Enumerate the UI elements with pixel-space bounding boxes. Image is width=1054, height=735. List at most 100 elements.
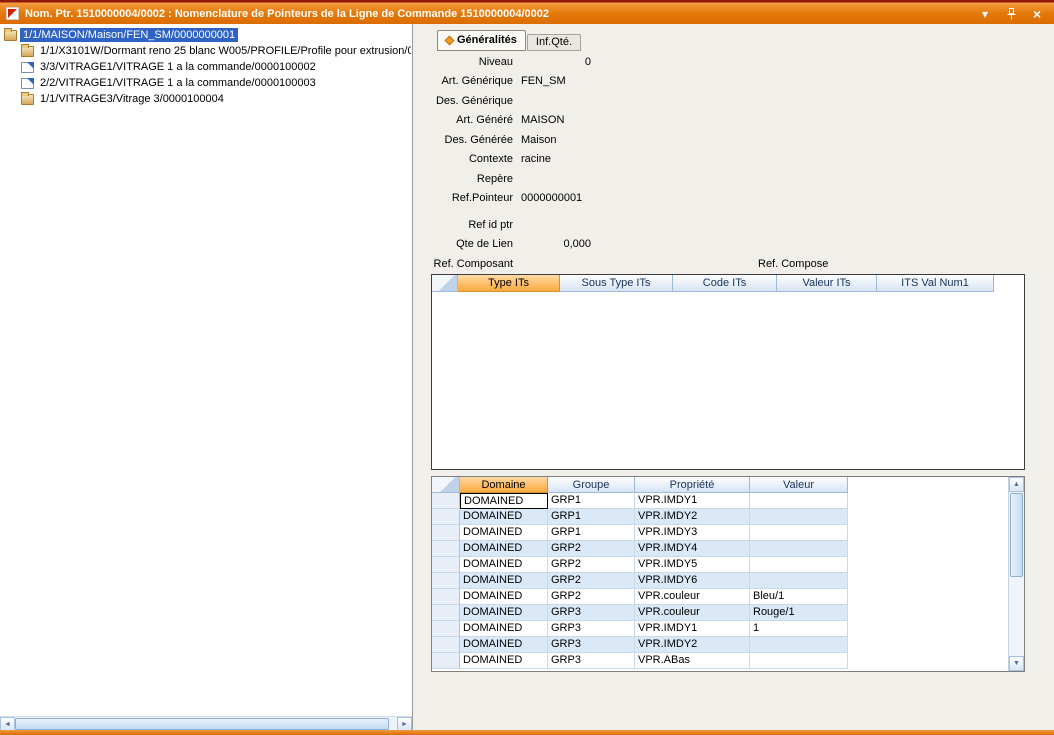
domain-grid-row[interactable]: DOMAINED GRP2 VPR.IMDY6 [432,573,1008,589]
cell-valeur[interactable] [750,509,848,525]
row-selector-cell[interactable] [432,557,460,573]
domain-grid-row[interactable]: DOMAINED GRP2 VPR.IMDY4 [432,541,1008,557]
tab[interactable]: Inf.Qté. [527,34,581,51]
scroll-right-button[interactable]: ► [397,717,412,731]
row-selector-cell[interactable] [432,493,460,509]
scroll-thumb[interactable] [15,718,389,730]
pin-icon[interactable] [1004,6,1018,22]
cell-domaine[interactable]: DOMAINED [460,525,548,541]
domain-grid-row[interactable]: DOMAINED GRP2 VPR.IMDY5 [432,557,1008,573]
field-label: Ref id ptr [414,219,513,231]
cell-valeur[interactable] [750,637,848,653]
domain-grid-row[interactable]: DOMAINED GRP1 VPR.IMDY2 [432,509,1008,525]
tree-horizontal-scrollbar[interactable]: ◄ ► [0,716,412,730]
its-select-all-corner[interactable] [432,275,458,292]
its-column-header[interactable]: Sous Type ITs [560,275,673,292]
domain-grid-row[interactable]: DOMAINED GRP1 VPR.IMDY3 [432,525,1008,541]
cell-groupe[interactable]: GRP1 [548,525,635,541]
domain-grid-row[interactable]: DOMAINED GRP3 VPR.IMDY1 1 [432,621,1008,637]
tree-item[interactable]: 3/3/VITRAGE1/VITRAGE 1 a la commande/000… [0,59,411,75]
cell-domaine[interactable]: DOMAINED [460,637,548,653]
cell-valeur[interactable] [750,557,848,573]
cell-propriete[interactable]: VPR.IMDY2 [635,637,750,653]
row-selector-cell[interactable] [432,653,460,669]
cell-valeur[interactable] [750,541,848,557]
domain-grid-row[interactable]: DOMAINED GRP3 VPR.couleur Rouge/1 [432,605,1008,621]
tree-item[interactable]: 1/1/VITRAGE3/Vitrage 3/0000100004 [0,91,411,107]
domain-grid-row[interactable]: DOMAINED GRP3 VPR.IMDY2 [432,637,1008,653]
cell-groupe[interactable]: GRP2 [548,573,635,589]
its-column-header[interactable]: Valeur ITs [777,275,877,292]
cell-groupe[interactable]: GRP2 [548,541,635,557]
cell-propriete[interactable]: VPR.IMDY5 [635,557,750,573]
its-grid-body[interactable] [432,292,1024,469]
domain-grid-row[interactable]: DOMAINED GRP1 VPR.IMDY1 [432,493,1008,509]
cell-groupe[interactable]: GRP1 [548,509,635,525]
row-selector-cell[interactable] [432,621,460,637]
cell-propriete[interactable]: VPR.IMDY3 [635,525,750,541]
cell-domaine[interactable]: DOMAINED [460,621,548,637]
tree-item[interactable]: 1/1/MAISON/Maison/FEN_SM/0000000001 [0,27,411,43]
cell-groupe[interactable]: GRP3 [548,605,635,621]
cell-domaine[interactable]: DOMAINED [460,589,548,605]
domain-vertical-scrollbar[interactable]: ▲ ▼ [1008,477,1024,671]
field-value: Maison [521,134,556,146]
cell-propriete[interactable]: VPR.IMDY1 [635,493,750,509]
tree-item[interactable]: 1/1/X3101W/Dormant reno 25 blanc W005/PR… [0,43,411,59]
cell-domaine[interactable]: DOMAINED [460,557,548,573]
cell-propriete[interactable]: VPR.couleur [635,605,750,621]
cell-propriete[interactable]: VPR.IMDY6 [635,573,750,589]
cell-groupe[interactable]: GRP2 [548,557,635,573]
cell-domaine[interactable]: DOMAINED [460,573,548,589]
scroll-left-button[interactable]: ◄ [0,717,15,731]
row-selector-cell[interactable] [432,509,460,525]
domain-column-header[interactable]: Valeur [750,477,848,493]
cell-propriete[interactable]: VPR.ABas [635,653,750,669]
domain-grid-row[interactable]: DOMAINED GRP3 VPR.ABas [432,653,1008,669]
cell-domaine[interactable]: DOMAINED [460,605,548,621]
cell-propriete[interactable]: VPR.couleur [635,589,750,605]
cell-groupe[interactable]: GRP3 [548,637,635,653]
row-selector-cell[interactable] [432,605,460,621]
domain-grid-row[interactable]: DOMAINED GRP2 VPR.couleur Bleu/1 [432,589,1008,605]
cell-domaine[interactable]: DOMAINED [460,541,548,557]
cell-valeur[interactable]: Bleu/1 [750,589,848,605]
domain-column-header[interactable]: Domaine [460,477,548,493]
tab[interactable]: Généralités [437,30,526,51]
cell-groupe[interactable]: GRP3 [548,653,635,669]
cell-domaine[interactable]: DOMAINED [460,493,548,509]
cell-propriete[interactable]: VPR.IMDY2 [635,509,750,525]
tree-item[interactable]: 2/2/VITRAGE1/VITRAGE 1 a la commande/000… [0,75,411,91]
cell-domaine[interactable]: DOMAINED [460,509,548,525]
scroll-up-button[interactable]: ▲ [1009,477,1024,492]
its-column-header[interactable]: Code ITs [673,275,777,292]
row-selector-cell[interactable] [432,589,460,605]
domain-select-all-corner[interactable] [432,477,460,493]
cell-groupe[interactable]: GRP2 [548,589,635,605]
tree-panel: 1/1/MAISON/Maison/FEN_SM/0000000001 1/1/… [0,24,413,730]
cell-domaine[interactable]: DOMAINED [460,653,548,669]
cell-valeur[interactable] [750,653,848,669]
cell-groupe[interactable]: GRP3 [548,621,635,637]
row-selector-cell[interactable] [432,541,460,557]
its-column-header[interactable]: Type ITs [458,275,560,292]
scroll-thumb[interactable] [1010,493,1023,577]
row-selector-cell[interactable] [432,637,460,653]
row-selector-cell[interactable] [432,573,460,589]
cell-propriete[interactable]: VPR.IMDY4 [635,541,750,557]
domain-column-header[interactable]: Propriété [635,477,750,493]
cell-valeur[interactable] [750,493,848,509]
cell-propriete[interactable]: VPR.IMDY1 [635,621,750,637]
close-icon[interactable]: × [1030,6,1044,22]
its-column-header[interactable]: ITS Val Num1 [877,275,994,292]
cell-groupe[interactable]: GRP1 [548,493,635,509]
cell-valeur[interactable] [750,573,848,589]
domain-column-header[interactable]: Groupe [548,477,635,493]
cell-valeur[interactable]: Rouge/1 [750,605,848,621]
row-selector-cell[interactable] [432,525,460,541]
scroll-down-button[interactable]: ▼ [1009,656,1024,671]
cell-valeur[interactable] [750,525,848,541]
cell-valeur[interactable]: 1 [750,621,848,637]
row-filler [848,653,1008,669]
window-menu-dropdown-icon[interactable]: ▾ [978,6,992,22]
